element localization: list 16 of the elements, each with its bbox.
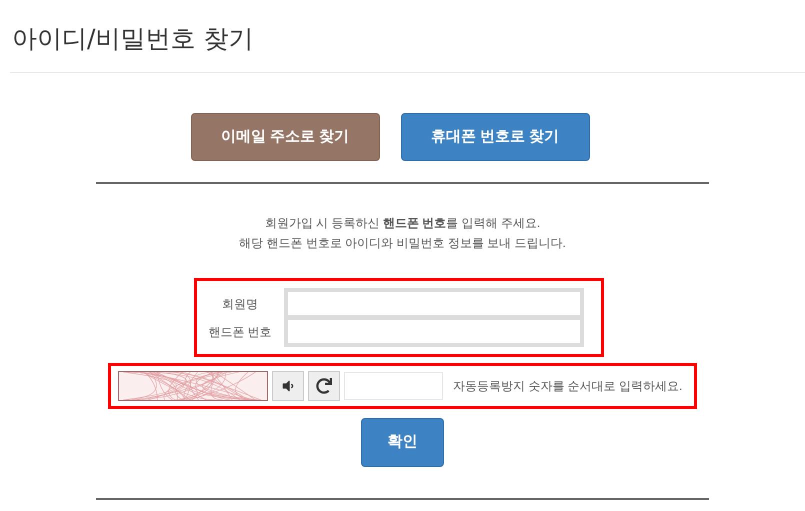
tab-button[interactable]: 휴대폰 번호로 찾기: [400, 113, 590, 161]
refresh-button[interactable]: [308, 371, 340, 401]
captcha-input[interactable]: [344, 372, 443, 400]
refresh-icon: [316, 378, 332, 394]
page-title: 아이디/비밀번호 찾기: [12, 23, 254, 55]
audio-button[interactable]: [272, 371, 304, 401]
field-label: 핸드폰 번호: [208, 324, 272, 340]
text-input[interactable]: [288, 292, 580, 315]
field-label: 회원명: [222, 296, 258, 312]
instruction-text: 회원가입 시 등록하신 핸드폰 번호를 입력해 주세요.: [264, 215, 540, 232]
instruction-text: 해당 핸드폰 번호로 아이디와 비밀번호 정보를 보내 드립니다.: [239, 235, 566, 252]
captcha-hint: 자동등록방지 숫자를 순서대로 입력하세요.: [453, 378, 682, 395]
confirm-button[interactable]: 확인: [361, 418, 444, 467]
tab-button[interactable]: 이메일 주소로 찾기: [190, 113, 380, 161]
speaker-icon: [281, 379, 295, 393]
text-input[interactable]: [288, 320, 580, 343]
